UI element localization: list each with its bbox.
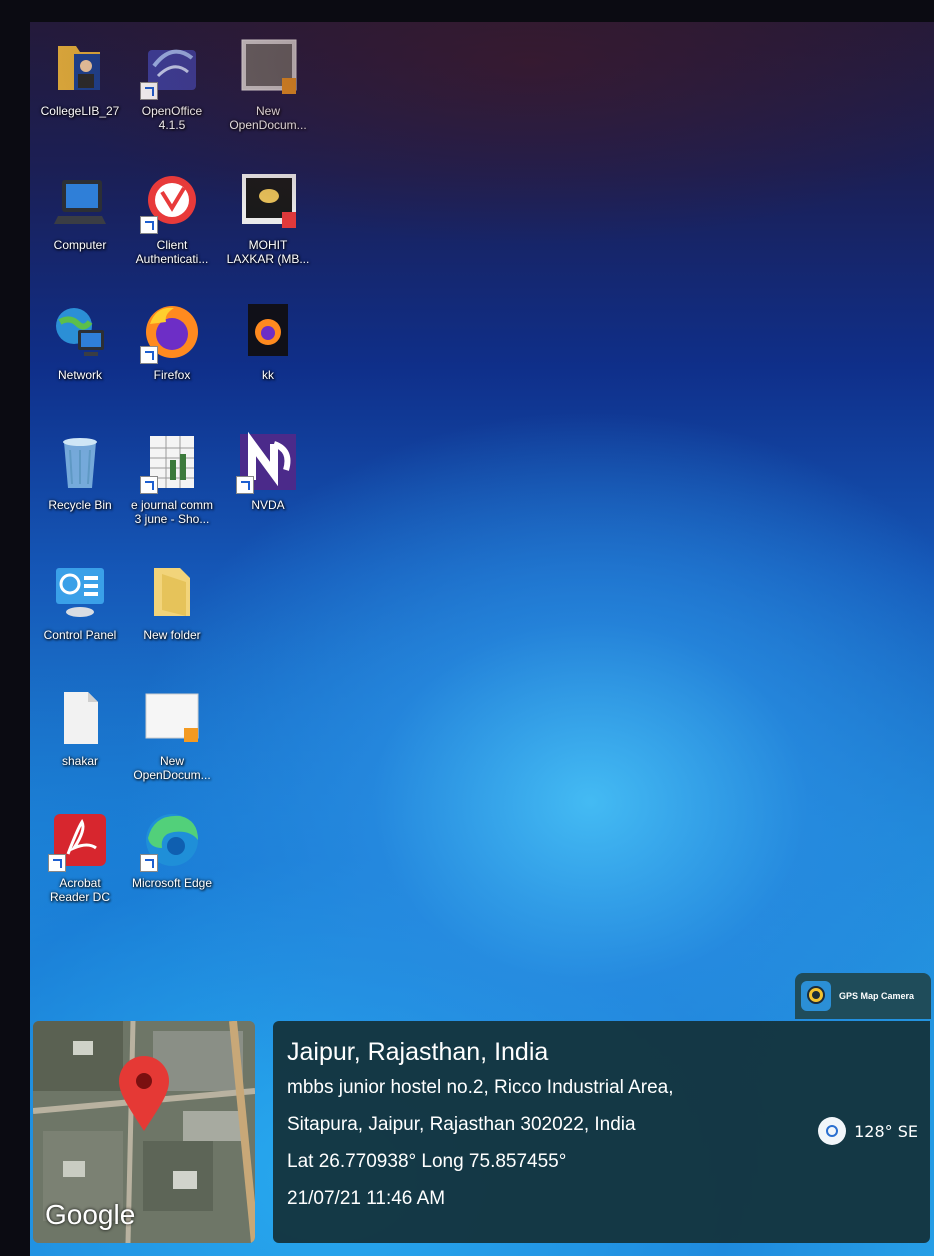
shortcut-arrow-icon [140,216,158,234]
document-icon [140,686,204,750]
icon-label: MOHIT LAXKAR (MB... [226,238,310,266]
icon-label: NVDA [251,498,285,512]
location-info-panel: Jaipur, Rajasthan, India mbbs junior hos… [273,1021,930,1243]
icon-label: Firefox [153,368,191,382]
google-watermark: Google [45,1199,136,1230]
desktop-icon-edge[interactable]: Microsoft Edge [126,808,218,890]
icon-label: New OpenDocum... [133,754,211,782]
desktop-icon-nvda[interactable]: NVDA [222,430,314,512]
folder-user-icon [48,36,112,100]
client-auth-icon [140,170,204,234]
desktop-icon-new-opendocument-1[interactable]: New OpenDocum... [222,36,314,132]
gps-app-name: GPS Map Camera [839,991,915,1001]
firefox-file-icon [236,300,300,364]
desktop-icon-new-folder[interactable]: New folder [126,560,218,642]
icon-label: Microsoft Edge [131,876,213,890]
firefox-icon [140,300,204,364]
icon-label: Acrobat Reader DC [49,876,111,904]
desktop-icon-acrobat[interactable]: Acrobat Reader DC [34,808,126,904]
icon-label: CollegeLIB_27 [40,104,120,118]
icon-label: New folder [143,628,201,642]
control-panel-icon [48,560,112,624]
computer-icon [48,170,112,234]
coordinates: Lat 26.770938° Long 75.857455° [287,1151,567,1172]
desktop-icon-kk[interactable]: kk [222,300,314,382]
spreadsheet-icon [140,430,204,494]
icon-label: Client Authenticati... [135,238,209,266]
desktop-icon-network[interactable]: Network [34,300,126,382]
icon-label: Recycle Bin [48,498,112,512]
text-file-icon [48,686,112,750]
desktop-icon-firefox[interactable]: Firefox [126,300,218,382]
icon-label: shakar [61,754,99,768]
address-line-1: mbbs junior hostel no.2, Ricco Industria… [287,1077,674,1098]
shortcut-arrow-icon [48,854,66,872]
desktop-icon-control-panel[interactable]: Control Panel [34,560,126,642]
map-thumbnail: Google [33,1021,255,1243]
photo-frame: CollegeLIB_27 Computer Network Recycle B… [0,0,934,1256]
openoffice-icon [140,36,204,100]
compass-heading: 128° SE [818,1117,918,1145]
desktop-icon-e-journal[interactable]: e journal comm 3 june - Sho... [126,430,218,526]
gps-app-badge: GPS Map Camera [795,973,931,1019]
folder-icon [140,560,204,624]
desktop-icon-openoffice[interactable]: OpenOffice 4.1.5 [126,36,218,132]
icon-label: OpenOffice 4.1.5 [141,104,203,132]
compass-icon [818,1117,847,1145]
icon-label: New OpenDocum... [229,104,307,132]
icon-label: e journal comm 3 june - Sho... [130,498,214,526]
nvda-icon [236,430,300,494]
desktop-icon-client-authentication[interactable]: Client Authenticati... [126,170,218,266]
desktop-icon-new-opendocument-2[interactable]: New OpenDocum... [126,686,218,782]
icon-label: Computer [53,238,107,252]
desktop-icon-collegelib[interactable]: CollegeLIB_27 [34,36,126,118]
desktop-icon-shakar[interactable]: shakar [34,686,126,768]
recycle-bin-icon [48,430,112,494]
city-heading: Jaipur, Rajasthan, India [287,1038,549,1066]
gps-camera-logo-icon [801,981,831,1011]
icon-label: Control Panel [43,628,117,642]
shortcut-arrow-icon [140,346,158,364]
desktop-icon-recycle-bin[interactable]: Recycle Bin [34,430,126,512]
heading-value: 128° SE [854,1121,918,1141]
image-file-icon [236,170,300,234]
date-time: 21/07/21 11:46 AM [287,1188,446,1209]
acrobat-icon [48,808,112,872]
desktop-icon-computer[interactable]: Computer [34,170,126,252]
icon-label: Network [57,368,102,382]
edge-icon [140,808,204,872]
document-icon [236,36,300,100]
shortcut-arrow-icon [140,476,158,494]
icon-label: kk [262,368,274,382]
shortcut-arrow-icon [140,82,158,100]
shortcut-arrow-icon [236,476,254,494]
desktop-icon-mohit-laxkar[interactable]: MOHIT LAXKAR (MB... [222,170,314,266]
shortcut-arrow-icon [140,854,158,872]
network-icon [48,300,112,364]
